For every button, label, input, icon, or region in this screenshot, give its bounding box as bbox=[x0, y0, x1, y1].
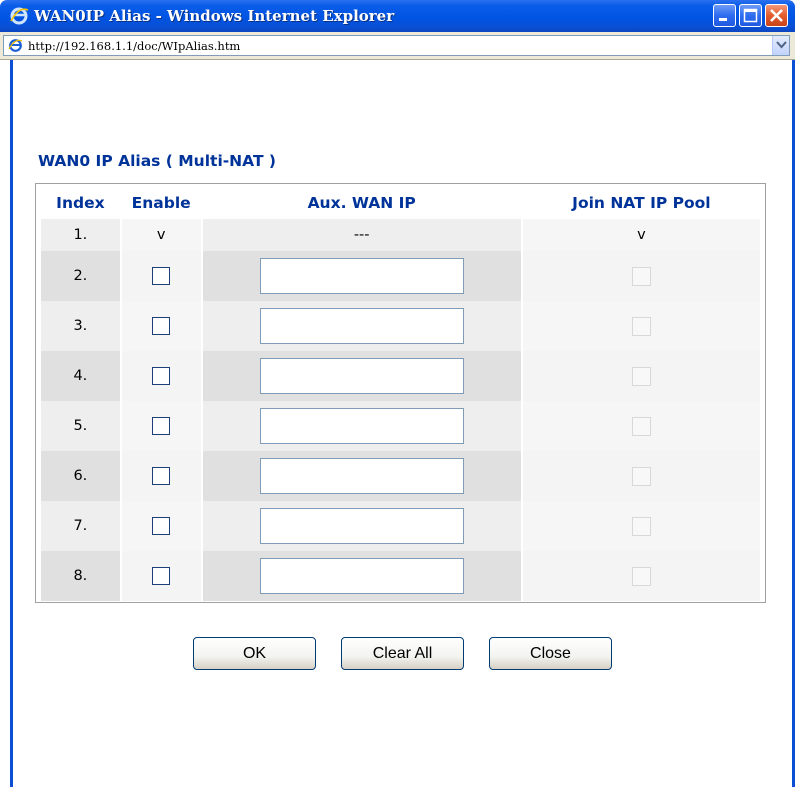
page-title: WAN0 IP Alias ( Multi-NAT ) bbox=[38, 152, 277, 170]
join-nat-pool-checkbox[interactable] bbox=[631, 266, 651, 286]
window-title: WAN0IP Alias - Windows Internet Explorer bbox=[34, 7, 395, 25]
address-field[interactable]: http://192.168.1.1/doc/WIpAlias.htm bbox=[3, 35, 790, 56]
ie-page-icon bbox=[8, 39, 23, 52]
row-enable-cell bbox=[121, 401, 201, 451]
enable-checkbox[interactable] bbox=[152, 317, 171, 335]
aux-wan-ip-input[interactable] bbox=[259, 408, 464, 444]
table-row: 6. bbox=[41, 451, 760, 501]
row-index: 8. bbox=[41, 551, 120, 601]
table-row: 2. bbox=[41, 251, 760, 301]
col-header-index: Index bbox=[56, 194, 105, 212]
row-index: 7. bbox=[41, 501, 120, 551]
row-aux-wan-ip-cell bbox=[202, 401, 521, 451]
table-row: 8. bbox=[41, 551, 760, 601]
ok-button[interactable]: OK bbox=[193, 637, 316, 670]
clear-all-button[interactable]: Clear All bbox=[341, 637, 464, 670]
ie-icon bbox=[10, 7, 29, 25]
close-button[interactable]: Close bbox=[489, 637, 612, 670]
row-index: 2. bbox=[41, 251, 120, 301]
row-enable-cell bbox=[121, 301, 201, 351]
row-aux-wan-ip-cell bbox=[202, 251, 521, 301]
minimize-icon bbox=[719, 18, 727, 21]
minimize-button[interactable] bbox=[713, 4, 736, 27]
row-aux-wan-ip-value: --- bbox=[202, 219, 521, 251]
col-header-enable: Enable bbox=[131, 194, 191, 212]
row-aux-wan-ip-cell bbox=[202, 451, 521, 501]
row-enable-cell bbox=[121, 451, 201, 501]
close-window-button[interactable] bbox=[765, 4, 788, 27]
row-index: 4. bbox=[41, 351, 120, 401]
row-join-nat-pool-cell bbox=[522, 551, 760, 601]
row-join-nat-pool-cell bbox=[522, 501, 760, 551]
row-enable-cell bbox=[121, 501, 201, 551]
enable-checkbox[interactable] bbox=[152, 417, 171, 435]
row-join-nat-pool-cell bbox=[522, 451, 760, 501]
enable-checkbox[interactable] bbox=[152, 267, 171, 285]
join-nat-pool-checkbox[interactable] bbox=[631, 566, 651, 586]
join-nat-pool-checkbox[interactable] bbox=[631, 416, 651, 436]
aux-wan-ip-input[interactable] bbox=[259, 358, 464, 394]
alias-table: Index Enable Aux. WAN IP Join NAT IP Poo… bbox=[39, 187, 762, 601]
row-join-nat-pool-cell bbox=[522, 251, 760, 301]
row-join-nat-pool-cell bbox=[522, 301, 760, 351]
table-row: 4. bbox=[41, 351, 760, 401]
aux-wan-ip-input[interactable] bbox=[259, 458, 464, 494]
aux-wan-ip-input[interactable] bbox=[259, 558, 464, 594]
row-enable-cell bbox=[121, 351, 201, 401]
table-row: 5. bbox=[41, 401, 760, 451]
row-index: 3. bbox=[41, 301, 120, 351]
chevron-down-icon bbox=[776, 41, 787, 49]
table-row: 7. bbox=[41, 501, 760, 551]
enable-checkbox[interactable] bbox=[152, 367, 171, 385]
row-aux-wan-ip-cell bbox=[202, 501, 521, 551]
maximize-icon bbox=[743, 8, 758, 23]
alias-table-box: Index Enable Aux. WAN IP Join NAT IP Poo… bbox=[35, 183, 766, 603]
address-dropdown-button[interactable] bbox=[772, 36, 789, 55]
row-index: 1. bbox=[41, 219, 120, 251]
aux-wan-ip-input[interactable] bbox=[259, 258, 464, 294]
enable-checkbox[interactable] bbox=[152, 467, 171, 485]
aux-wan-ip-input[interactable] bbox=[259, 508, 464, 544]
row-index: 5. bbox=[41, 401, 120, 451]
frame-border-left bbox=[10, 60, 13, 787]
row-join-nat-pool-value: v bbox=[522, 219, 760, 251]
row-enable-cell bbox=[121, 551, 201, 601]
row-aux-wan-ip-cell bbox=[202, 551, 521, 601]
address-url: http://192.168.1.1/doc/WIpAlias.htm bbox=[28, 39, 241, 53]
row-join-nat-pool-cell bbox=[522, 351, 760, 401]
row-aux-wan-ip-cell bbox=[202, 301, 521, 351]
title-bar[interactable]: WAN0IP Alias - Windows Internet Explorer bbox=[0, 0, 795, 32]
col-header-join-nat-pool: Join NAT IP Pool bbox=[572, 194, 711, 212]
row-enable-value: v bbox=[121, 219, 201, 251]
row-enable-cell bbox=[121, 251, 201, 301]
row-join-nat-pool-cell bbox=[522, 401, 760, 451]
table-row: 3. bbox=[41, 301, 760, 351]
maximize-button[interactable] bbox=[739, 4, 762, 27]
row-aux-wan-ip-cell bbox=[202, 351, 521, 401]
join-nat-pool-checkbox[interactable] bbox=[631, 316, 651, 336]
join-nat-pool-checkbox[interactable] bbox=[631, 516, 651, 536]
address-bar: http://192.168.1.1/doc/WIpAlias.htm bbox=[0, 32, 795, 60]
close-icon bbox=[770, 9, 783, 22]
col-header-aux-wan-ip: Aux. WAN IP bbox=[307, 194, 416, 212]
row-index: 6. bbox=[41, 451, 120, 501]
table-row: 1. v --- v bbox=[41, 219, 760, 251]
join-nat-pool-checkbox[interactable] bbox=[631, 366, 651, 386]
ie-popup-window: WAN0IP Alias - Windows Internet Explorer… bbox=[0, 0, 795, 787]
enable-checkbox[interactable] bbox=[152, 567, 171, 585]
enable-checkbox[interactable] bbox=[152, 517, 171, 535]
table-header-row: Index Enable Aux. WAN IP Join NAT IP Poo… bbox=[41, 187, 760, 219]
join-nat-pool-checkbox[interactable] bbox=[631, 466, 651, 486]
aux-wan-ip-input[interactable] bbox=[259, 308, 464, 344]
